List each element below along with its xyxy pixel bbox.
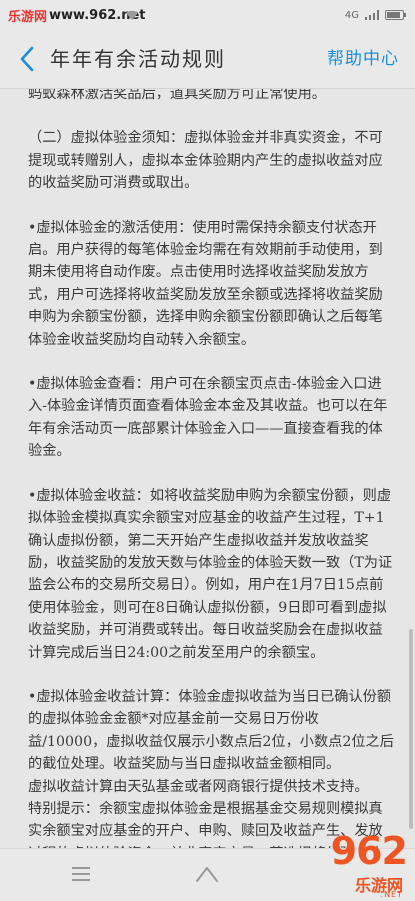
watermark-mark: 962 [330,829,408,873]
status-indicators: 4G [345,0,407,30]
battery-icon [385,10,406,20]
status-bar: 乐游网 www.962.net 4G [0,0,415,30]
home-icon[interactable] [195,865,219,883]
rules-paragraph: •虚拟体验金的激活使用：使用时需保持余额支付状态开启。用户获得的每笔体验金均需在… [28,219,383,348]
rules-paragraph: •虚拟体验金收益：如将收益奖励申购为余额宝份额，则虚拟体验金模拟真实余额宝对应基… [28,487,393,661]
page-title: 年年有余活动规则 [50,47,226,71]
watermark-suffix: .NET [380,890,403,899]
menu-icon[interactable] [70,865,92,883]
wifi-icon [126,10,138,20]
header-bar: 年年有余活动规则 帮助中心 [0,30,415,89]
scrollbar[interactable] [409,629,413,829]
rules-paragraph: （二）虚拟体验金须知：虚拟体验金并非真实资金，不可提现或转赠别人，虚拟本金体验期… [28,130,383,192]
rules-paragraph: 蚂蚁森林激活奖品后，道具奖励方可正常使用。 [28,89,326,102]
rules-paragraph: •虚拟体验金查看：用户可在余额宝页点击-体验金入口进入-体验金详情页面查看体验金… [28,376,388,460]
signal-icon [365,10,379,20]
network-type-label: 4G [344,9,359,21]
help-center-link[interactable]: 帮助中心 [327,30,399,88]
watermark-bottom-logo: 962 乐游网 .NET [287,826,408,899]
watermark-site-name: 乐游网 [8,9,48,25]
rules-text: 蚂蚁森林激活奖品后，道具奖励方可正常使用。 （二）虚拟体验金须知：虚拟体验金并非… [28,89,396,848]
rules-paragraph: 虚拟收益计算由天弘基金或者网商银行提供技术支持。 [28,778,369,795]
rules-content[interactable]: 蚂蚁森林激活奖品后，道具奖励方可正常使用。 （二）虚拟体验金须知：虚拟体验金并非… [0,89,415,848]
back-arrow-icon[interactable] [18,46,36,72]
rules-paragraph: •虚拟体验金收益计算：体验金虚拟收益为当日已确认份额的虚拟体验金金额*对应基金前… [28,688,394,773]
